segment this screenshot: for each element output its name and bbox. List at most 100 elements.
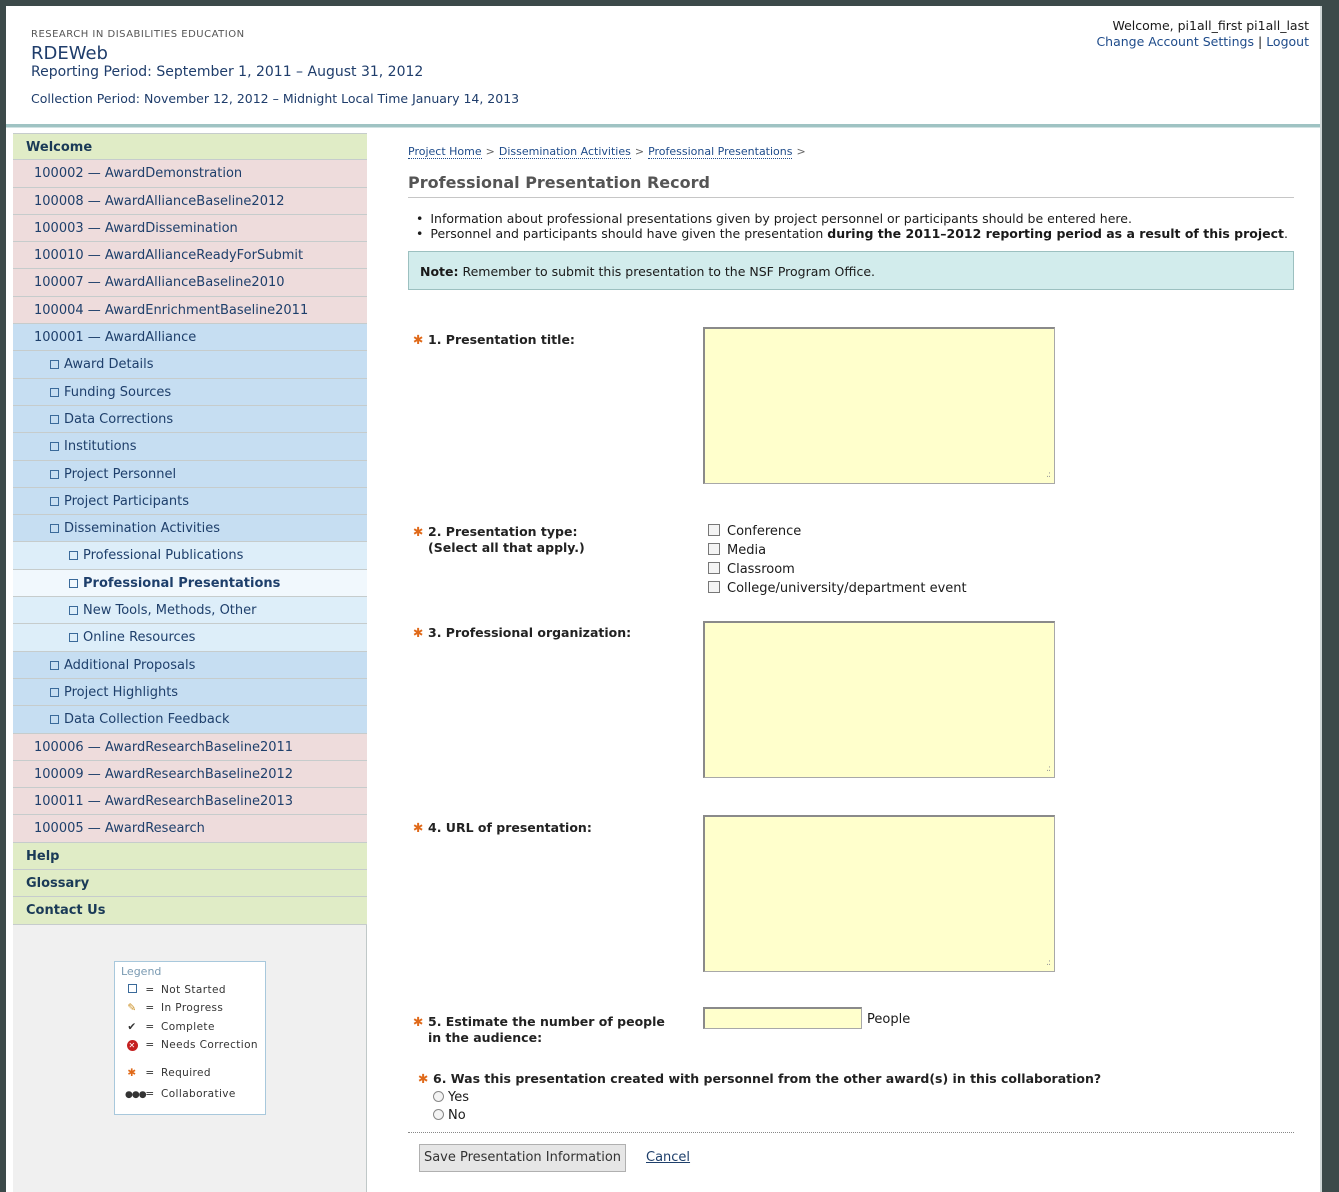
presentation-url-textarea[interactable]: .: (703, 815, 1055, 972)
radio-button[interactable] (433, 1091, 444, 1102)
checkbox-label: Media (727, 543, 767, 558)
note-box: Note: Remember to submit this presentati… (408, 251, 1294, 290)
sidebar-item-contact-us[interactable]: Contact Us (13, 897, 367, 925)
breadcrumb-dissemination-activities[interactable]: Dissemination Activities (498, 145, 631, 159)
sidebar-award-item[interactable]: 100010 — AwardAllianceReadyForSubmit (13, 242, 367, 270)
sidebar-item-label: Award Details (64, 357, 154, 373)
sidebar-item-help[interactable]: Help (13, 842, 367, 871)
not-started-icon (50, 715, 59, 725)
sidebar-award-item[interactable]: 100004 — AwardEnrichmentBaseline2011 (13, 296, 367, 325)
not-started-icon (69, 633, 78, 643)
option-media[interactable]: Media (708, 543, 766, 558)
sidebar-item-project-participants[interactable]: Project Participants (13, 487, 367, 516)
not-started-icon (125, 984, 139, 996)
sidebar-item-glossary[interactable]: Glossary (13, 870, 367, 898)
sidebar-award-item[interactable]: 100005 — AwardResearch (13, 815, 367, 843)
legend-equals: = (145, 984, 155, 996)
legend-row: ✕ = Needs Correction (125, 1039, 258, 1051)
sidebar-item-label: Project Personnel (64, 466, 177, 482)
sidebar-item-project-personnel[interactable]: Project Personnel (13, 460, 367, 488)
question-text: 2. Presentation type: (428, 524, 578, 539)
checkbox[interactable] (708, 581, 720, 593)
required-star-icon: ✱ (413, 524, 424, 539)
resize-grip-icon[interactable]: .: (1046, 958, 1051, 968)
sidebar-award-item[interactable]: 100006 — AwardResearchBaseline2011 (13, 733, 367, 761)
instruction-item: Personnel and participants should have g… (416, 226, 1288, 241)
sidebar-item-new-tools[interactable]: New Tools, Methods, Other (13, 597, 367, 625)
sidebar-item-institutions[interactable]: Institutions (13, 433, 367, 461)
question-text: 3. Professional organization: (428, 625, 632, 640)
question-text: 1. Presentation title: (428, 332, 575, 347)
sidebar-item-label: Dissemination Activities (64, 521, 220, 537)
breadcrumb-separator: > (796, 145, 806, 158)
sidebar-item-dissemination-activities[interactable]: Dissemination Activities (13, 515, 367, 543)
sidebar-item-label: Institutions (64, 439, 137, 455)
sidebar-award-item[interactable]: 100011 — AwardResearchBaseline2013 (13, 788, 367, 816)
instruction-emphasis: during the 2011–2012 reporting period as… (827, 226, 1285, 241)
not-started-icon (50, 442, 59, 452)
breadcrumb-professional-presentations[interactable]: Professional Presentations (648, 145, 793, 159)
radio-option-no[interactable]: No (433, 1108, 466, 1123)
audience-count-input[interactable] (703, 1007, 862, 1029)
radio-option-yes[interactable]: Yes (433, 1090, 469, 1105)
sidebar-item-award-details[interactable]: Award Details (13, 351, 367, 379)
sidebar-item-funding-sources[interactable]: Funding Sources (13, 378, 367, 406)
required-star-icon: ✱ (413, 332, 424, 347)
error-x-icon: ✕ (126, 1040, 138, 1051)
checkbox[interactable] (708, 543, 720, 555)
logout-link[interactable]: Logout (1266, 34, 1309, 49)
sidebar-item-professional-publications[interactable]: Professional Publications (13, 542, 367, 570)
sidebar-item-data-corrections[interactable]: Data Corrections (13, 405, 367, 434)
sidebar-award-item[interactable]: 100008 — AwardAllianceBaseline2012 (13, 187, 367, 215)
legend-label: In Progress (161, 1002, 224, 1014)
checkbox-label: Conference (727, 524, 802, 539)
instruction-text: . (1284, 226, 1289, 241)
save-presentation-button[interactable]: Save Presentation Information (419, 1144, 626, 1172)
sidebar-award-item[interactable]: 100002 — AwardDemonstration (13, 160, 367, 188)
collection-period: Collection Period: November 12, 2012 – M… (31, 91, 520, 106)
sidebar-award-item[interactable]: 100003 — AwardDissemination (13, 214, 367, 243)
resize-grip-icon[interactable]: .: (1046, 764, 1051, 774)
legend: Legend = Not Started ✎ = In Progress ✔ = Comp… (114, 961, 266, 1115)
option-classroom[interactable]: Classroom (708, 562, 795, 577)
legend-equals: = (145, 1021, 155, 1033)
checkbox[interactable] (708, 524, 720, 536)
sidebar-item-data-collection-feedback[interactable]: Data Collection Feedback (13, 706, 367, 734)
radio-button[interactable] (433, 1109, 444, 1120)
legend-equals: = (145, 1039, 155, 1051)
change-account-settings-link[interactable]: Change Account Settings (1096, 34, 1254, 49)
not-started-icon (50, 496, 59, 506)
instructions-list: Information about professional presentat… (416, 211, 1288, 241)
option-conference[interactable]: Conference (708, 524, 801, 539)
professional-organization-textarea[interactable]: .: (703, 621, 1055, 778)
legend-row: ✎ = In Progress (125, 1002, 223, 1014)
sidebar: Welcome 100002 — AwardDemonstration 1000… (13, 133, 367, 1192)
cancel-link[interactable]: Cancel (646, 1150, 690, 1165)
option-college-event[interactable]: College/university/department event (708, 581, 967, 596)
sidebar-item-additional-proposals[interactable]: Additional Proposals (13, 651, 367, 679)
not-started-icon (50, 687, 59, 697)
question-6-label: ✱ 6. Was this presentation created with p… (418, 1071, 1101, 1087)
sidebar-item-professional-presentations[interactable]: Professional Presentations (13, 569, 367, 598)
sidebar-item-label: Professional Publications (83, 548, 244, 564)
legend-row: ✱ = Required (125, 1067, 211, 1079)
presentation-title-textarea[interactable]: .: (703, 327, 1055, 484)
resize-grip-icon[interactable]: .: (1046, 470, 1051, 480)
instruction-text: Personnel and participants should have g… (430, 226, 828, 241)
checkbox-label: College/university/department event (727, 581, 967, 596)
user-panel: Welcome, pi1all_first pi1all_last Change… (1096, 18, 1309, 50)
header: RESEARCH IN DISABILITIES EDUCATION RDEWe… (6, 6, 1322, 124)
breadcrumb-separator: > (485, 145, 495, 158)
sidebar-item-project-highlights[interactable]: Project Highlights (13, 678, 367, 707)
legend-equals: = (145, 1002, 155, 1014)
legend-label: Required (161, 1067, 211, 1079)
sidebar-active-award[interactable]: 100001 — AwardAlliance (13, 324, 367, 352)
sidebar-item-online-resources[interactable]: Online Resources (13, 624, 367, 652)
sidebar-item-welcome[interactable]: Welcome (13, 133, 367, 161)
not-started-icon (50, 660, 59, 670)
sidebar-award-item[interactable]: 100009 — AwardResearchBaseline2012 (13, 760, 367, 789)
checkbox-label: Classroom (727, 562, 795, 577)
checkbox[interactable] (708, 562, 720, 574)
breadcrumb-project-home[interactable]: Project Home (408, 145, 482, 159)
sidebar-award-item[interactable]: 100007 — AwardAllianceBaseline2010 (13, 269, 367, 297)
